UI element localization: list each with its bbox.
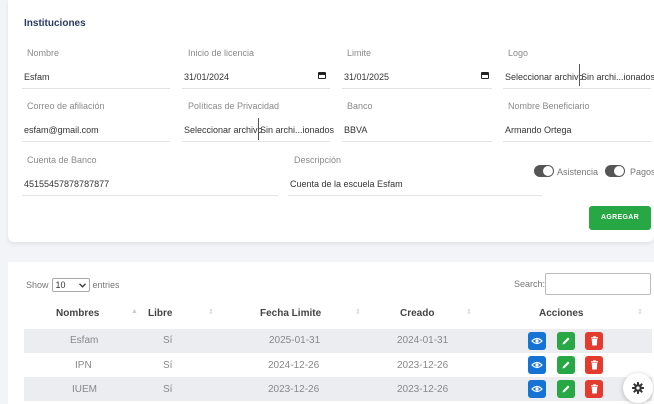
correo-label: Correo de afiliación bbox=[27, 101, 105, 111]
chevron-down-icon bbox=[78, 282, 86, 288]
sort-icon[interactable]: ▲ bbox=[131, 308, 138, 315]
form-title: Instituciones bbox=[24, 18, 86, 29]
banco-input[interactable]: BBVA bbox=[344, 125, 367, 135]
limite-underline bbox=[342, 88, 492, 89]
cell-fecha-limite: 2025-01-31 bbox=[269, 335, 321, 346]
entries-select[interactable]: 10 bbox=[51, 278, 90, 292]
beneficiario-underline bbox=[503, 141, 651, 142]
toggle-knob bbox=[543, 166, 553, 176]
logo-file-separator bbox=[579, 64, 580, 86]
cell-nombre: Esfam bbox=[70, 335, 99, 346]
limite-label: Limite bbox=[347, 48, 372, 58]
trash-icon bbox=[590, 336, 598, 346]
header-fecha-limite[interactable]: Fecha Limite bbox=[260, 308, 321, 319]
header-nombres[interactable]: Nombres bbox=[56, 308, 99, 319]
cell-libre: Sí bbox=[163, 384, 173, 395]
descripcion-underline bbox=[288, 195, 542, 196]
cell-creado: 2024-01-31 bbox=[397, 335, 449, 346]
inicio-licencia-label: Inicio de licencia bbox=[188, 48, 255, 58]
correo-underline bbox=[22, 141, 170, 142]
pencil-icon bbox=[562, 385, 570, 393]
sort-icon[interactable]: ⇕ bbox=[355, 308, 361, 316]
pagos-label: Pagos bbox=[630, 167, 654, 177]
trash-icon bbox=[590, 384, 598, 394]
banco-label: Banco bbox=[347, 101, 373, 111]
logo-underline bbox=[503, 88, 651, 89]
cell-nombre: IPN bbox=[75, 360, 92, 371]
agregar-button[interactable]: AGREGAR bbox=[589, 206, 651, 230]
eye-icon bbox=[531, 337, 543, 345]
delete-button[interactable] bbox=[585, 356, 603, 374]
eye-icon bbox=[531, 361, 543, 369]
politicas-underline bbox=[182, 141, 330, 142]
view-button[interactable] bbox=[528, 380, 546, 398]
header-libre[interactable]: Libre bbox=[148, 308, 172, 319]
search-input[interactable] bbox=[545, 273, 651, 295]
limite-input[interactable]: 31/01/2025 bbox=[344, 72, 389, 82]
beneficiario-input[interactable]: Armando Ortega bbox=[505, 125, 572, 135]
pencil-icon bbox=[562, 337, 570, 345]
edit-button[interactable] bbox=[557, 332, 575, 350]
sort-icon[interactable]: ⇕ bbox=[208, 308, 214, 316]
sort-icon[interactable]: ⇕ bbox=[637, 308, 643, 316]
trash-icon bbox=[590, 360, 598, 370]
pagos-toggle[interactable] bbox=[605, 165, 625, 177]
banco-underline bbox=[342, 141, 492, 142]
asistencia-label: Asistencia bbox=[557, 167, 599, 177]
edit-button[interactable] bbox=[557, 356, 575, 374]
view-button[interactable] bbox=[528, 356, 546, 374]
logo-file-button[interactable]: Seleccionar archivo bbox=[505, 72, 584, 82]
inicio-underline bbox=[182, 88, 330, 89]
nombre-input[interactable]: Esfam bbox=[24, 72, 50, 82]
toggle-knob bbox=[614, 166, 624, 176]
show-label: Show bbox=[26, 280, 49, 290]
politicas-file-name: Sin archi...ionados bbox=[260, 125, 335, 135]
inicio-licencia-input[interactable]: 31/01/2024 bbox=[184, 72, 229, 82]
descripcion-label: Descripción bbox=[294, 155, 342, 165]
header-acciones[interactable]: Acciones bbox=[539, 308, 583, 319]
gear-icon bbox=[632, 382, 644, 394]
calendar-icon[interactable] bbox=[481, 72, 489, 79]
pencil-icon bbox=[562, 361, 570, 369]
cell-libre: Sí bbox=[163, 360, 173, 371]
cell-nombre: IUEM bbox=[72, 384, 97, 395]
entries-select-value: 10 bbox=[55, 280, 66, 290]
nombre-label: Nombre bbox=[27, 48, 60, 58]
eye-icon bbox=[531, 385, 543, 393]
cell-creado: 2023-12-26 bbox=[397, 384, 449, 395]
asistencia-toggle[interactable] bbox=[534, 165, 554, 177]
settings-fab[interactable] bbox=[623, 373, 653, 403]
politicas-label: Políticas de Privacidad bbox=[188, 101, 280, 111]
view-button[interactable] bbox=[528, 332, 546, 350]
cuenta-underline bbox=[22, 195, 278, 196]
descripcion-input[interactable]: Cuenta de la escuela Esfam bbox=[290, 179, 403, 189]
politicas-file-separator bbox=[258, 118, 259, 140]
cell-libre: Sí bbox=[163, 335, 173, 346]
correo-input[interactable]: esfam@gmail.com bbox=[24, 125, 99, 135]
politicas-file-button[interactable]: Seleccionar archivo bbox=[184, 125, 263, 135]
calendar-icon[interactable] bbox=[318, 72, 326, 79]
logo-file-name: Sin archi...ionados bbox=[581, 72, 654, 82]
delete-button[interactable] bbox=[585, 332, 603, 350]
sort-icon[interactable]: ⇕ bbox=[466, 308, 472, 316]
cuenta-input[interactable]: 45155457878787877 bbox=[24, 179, 109, 189]
entries-label: entries bbox=[92, 280, 120, 290]
nombre-underline bbox=[22, 88, 170, 89]
cuenta-label: Cuenta de Banco bbox=[27, 155, 97, 165]
search-label: Search: bbox=[514, 279, 546, 289]
entries-length-control: Show 10 entries bbox=[26, 278, 120, 292]
cell-creado: 2023-12-26 bbox=[397, 360, 449, 371]
beneficiario-label: Nombre Beneficiario bbox=[508, 101, 590, 111]
header-creado[interactable]: Creado bbox=[400, 308, 434, 319]
institution-form-card bbox=[8, 0, 654, 242]
cell-fecha-limite: 2024-12-26 bbox=[268, 360, 320, 371]
delete-button[interactable] bbox=[585, 380, 603, 398]
cell-fecha-limite: 2023-12-26 bbox=[268, 384, 320, 395]
logo-label: Logo bbox=[508, 48, 529, 58]
edit-button[interactable] bbox=[557, 380, 575, 398]
